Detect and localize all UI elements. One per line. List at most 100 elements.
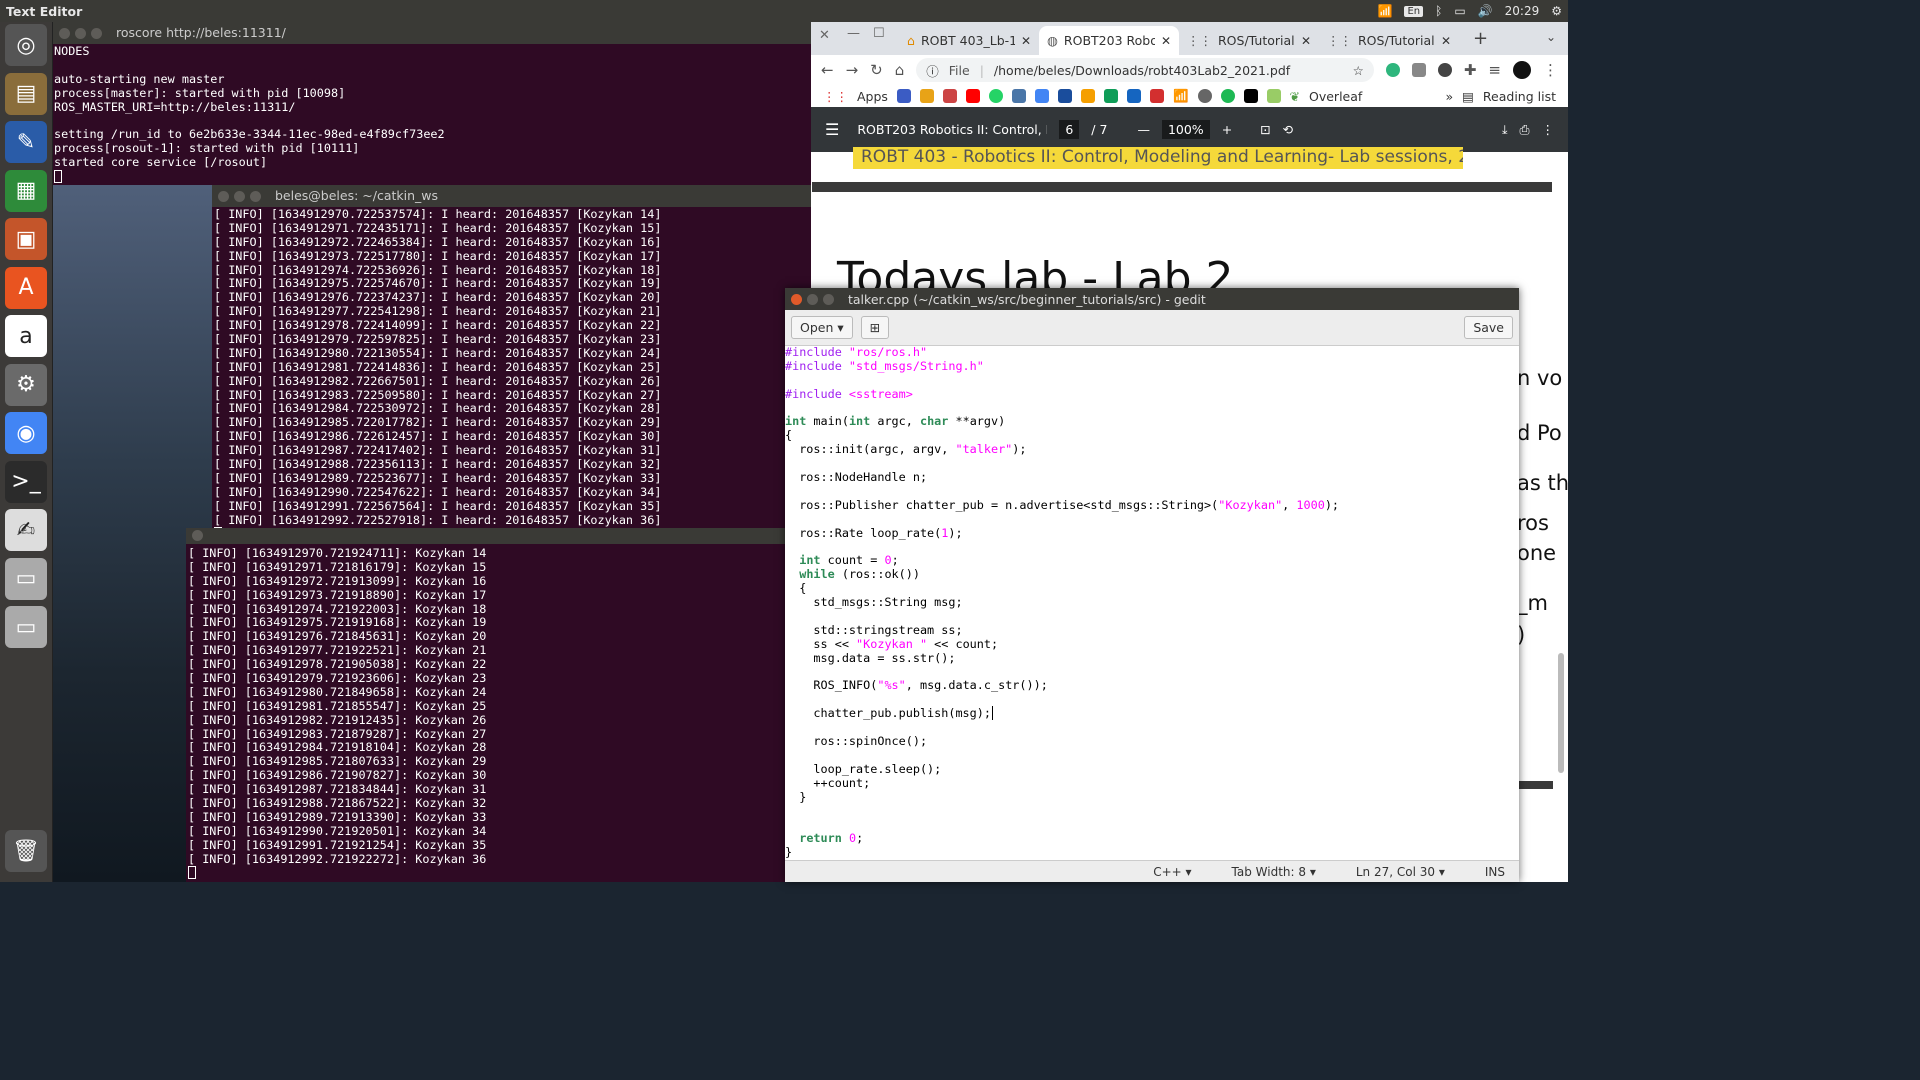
back-icon[interactable]: ←: [821, 61, 834, 79]
drive-icon[interactable]: [1103, 89, 1118, 103]
print-icon[interactable]: ⎙: [1519, 122, 1529, 138]
bookmark-icon[interactable]: [1126, 89, 1141, 103]
home-icon[interactable]: ⌂: [895, 61, 905, 79]
close-icon[interactable]: ✕: [1301, 34, 1311, 48]
close-icon[interactable]: ✕: [1021, 34, 1031, 48]
bookmark-icon[interactable]: [896, 89, 911, 103]
impress-icon[interactable]: ▣: [5, 218, 47, 260]
minimize-icon[interactable]: [234, 190, 245, 202]
bookmark-overleaf[interactable]: Overleaf: [1309, 89, 1362, 104]
whatsapp-icon[interactable]: [988, 89, 1003, 103]
close-icon[interactable]: ✕: [1441, 34, 1451, 48]
bluetooth-icon[interactable]: ᛒ: [1435, 4, 1442, 18]
gmail-icon[interactable]: [942, 89, 957, 103]
keyboard-layout[interactable]: En: [1404, 5, 1424, 17]
close-icon[interactable]: ✕: [819, 28, 830, 43]
disk-icon[interactable]: ▭: [5, 557, 47, 600]
writer-icon[interactable]: ✎: [5, 121, 47, 163]
clock[interactable]: 20:29: [1505, 4, 1540, 18]
settings-icon[interactable]: ⚙: [5, 363, 47, 406]
chevron-right-icon[interactable]: »: [1445, 89, 1453, 104]
youtube-icon[interactable]: [965, 89, 980, 103]
insert-mode[interactable]: INS: [1485, 865, 1505, 879]
wifi-icon[interactable]: 📶: [1378, 4, 1393, 18]
close-icon[interactable]: [218, 190, 229, 202]
terminal-icon[interactable]: >_: [5, 460, 47, 503]
more-icon[interactable]: ⋮: [1542, 122, 1555, 137]
bookmark-icon[interactable]: [1220, 89, 1235, 103]
minimize-icon[interactable]: [807, 293, 818, 305]
language-selector[interactable]: C++ ▾: [1153, 865, 1191, 879]
info-icon[interactable]: ⓘ: [926, 61, 939, 80]
terminal-roscore[interactable]: roscore http://beles:11311/ NODES auto-st…: [53, 22, 811, 185]
new-tab-button[interactable]: ⊞: [860, 316, 890, 339]
software-icon[interactable]: A: [5, 266, 47, 309]
menu-icon[interactable]: ⋮: [1543, 61, 1558, 79]
maximize-icon[interactable]: [91, 27, 102, 39]
maximize-icon[interactable]: ☐: [873, 26, 885, 41]
menu-icon[interactable]: ☰: [825, 120, 839, 139]
zoom-in-icon[interactable]: +: [1222, 122, 1232, 137]
close-icon[interactable]: [791, 293, 802, 305]
disk-icon[interactable]: ▭: [5, 606, 47, 648]
tab-1[interactable]: ⌂ ROBT 403_Lb-1 ✕: [899, 26, 1039, 55]
files-icon[interactable]: ▤: [5, 72, 47, 115]
tab-2[interactable]: ◍ ROBT203 Robot ✕: [1039, 26, 1179, 55]
terminal-talker[interactable]: [ INFO] [1634912970.721924711]: Kozykan …: [186, 528, 786, 882]
tab-width-selector[interactable]: Tab Width: 8 ▾: [1232, 865, 1316, 879]
bookmark-icon[interactable]: [1149, 89, 1164, 103]
bookmark-icon[interactable]: [1057, 89, 1072, 103]
bookmark-icon[interactable]: [1243, 89, 1258, 103]
chrome-icon[interactable]: ◉: [5, 412, 47, 454]
minimize-icon[interactable]: —: [847, 26, 860, 41]
amazon-icon[interactable]: a: [5, 315, 47, 357]
maximize-icon[interactable]: [823, 293, 834, 305]
avatar[interactable]: [1513, 61, 1531, 79]
battery-icon[interactable]: ▭: [1454, 4, 1465, 18]
terminal-listener[interactable]: beles@beles: ~/catkin_ws [ INFO] [163491…: [212, 185, 811, 540]
minimize-icon[interactable]: [75, 27, 86, 39]
forward-icon[interactable]: →: [846, 61, 859, 79]
bookmark-icon[interactable]: [1266, 89, 1281, 103]
rotate-icon[interactable]: ⟲: [1283, 122, 1293, 137]
text-editor-icon[interactable]: ✍: [5, 509, 47, 551]
close-icon[interactable]: [192, 530, 203, 541]
new-tab-button[interactable]: +: [1473, 28, 1488, 49]
maximize-icon[interactable]: [250, 190, 261, 202]
tab-3[interactable]: ⋮⋮ ROS/Tutorials - ✕: [1179, 26, 1319, 55]
extension-icon[interactable]: [1437, 63, 1452, 77]
trash-icon[interactable]: 🗑: [5, 830, 47, 872]
extension-icon[interactable]: [1411, 63, 1426, 77]
grammarly-icon[interactable]: [1385, 63, 1400, 77]
media-icon[interactable]: ≡: [1488, 61, 1501, 79]
fit-page-icon[interactable]: ⊡: [1260, 122, 1270, 137]
overleaf-icon[interactable]: ❦: [1290, 89, 1300, 104]
calc-icon[interactable]: ▦: [5, 169, 47, 212]
close-icon[interactable]: [59, 27, 70, 39]
reading-list-icon[interactable]: ▤: [1462, 89, 1474, 104]
puzzle-icon[interactable]: ✚: [1464, 61, 1477, 79]
page-input[interactable]: 6: [1059, 120, 1080, 139]
address-bar[interactable]: ⓘ File | /home/beles/Downloads/robt403La…: [916, 58, 1374, 82]
bookmark-icon[interactable]: [919, 89, 934, 103]
cursor-position[interactable]: Ln 27, Col 30 ▾: [1356, 865, 1445, 879]
translate-icon[interactable]: [1034, 89, 1049, 103]
volume-icon[interactable]: 🔊: [1478, 4, 1493, 18]
bookmark-icon[interactable]: [1197, 89, 1212, 103]
reading-list[interactable]: Reading list: [1483, 89, 1556, 104]
star-icon[interactable]: ☆: [1353, 63, 1364, 78]
apps-icon[interactable]: ⋮⋮: [823, 89, 848, 104]
save-button[interactable]: Save: [1464, 316, 1513, 339]
close-icon[interactable]: ✕: [1161, 34, 1171, 48]
wifi-icon[interactable]: 📶: [1173, 88, 1189, 104]
ubuntu-icon[interactable]: ◎: [5, 24, 47, 66]
bookmark-icon[interactable]: [1080, 89, 1095, 103]
open-button[interactable]: Open ▾: [791, 316, 853, 339]
zoom-input[interactable]: 100%: [1161, 120, 1210, 139]
zoom-out-icon[interactable]: —: [1137, 122, 1150, 137]
bookmark-apps[interactable]: Apps: [857, 89, 888, 104]
code-editor[interactable]: #include "ros/ros.h" #include "std_msgs/S…: [785, 346, 1519, 860]
vk-icon[interactable]: [1011, 89, 1026, 103]
tab-4[interactable]: ⋮⋮ ROS/Tutorials/ ✕: [1319, 26, 1459, 55]
chevron-down-icon[interactable]: ⌄: [1546, 30, 1556, 44]
